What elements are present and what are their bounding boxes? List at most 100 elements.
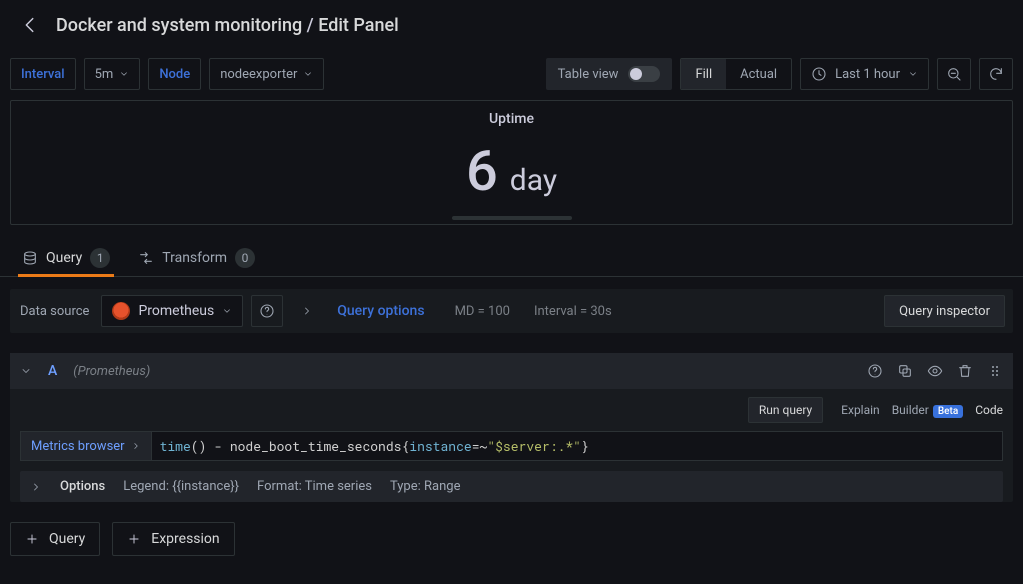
metrics-browser-label: Metrics browser — [31, 439, 125, 454]
options-expand-toggle[interactable] — [30, 481, 42, 493]
plus-icon — [127, 532, 141, 546]
tab-query-count: 1 — [90, 248, 110, 268]
switch-icon[interactable] — [628, 66, 660, 82]
options-legend: Legend: {{instance}} — [123, 479, 239, 494]
chevron-down-icon — [20, 365, 32, 377]
help-icon — [867, 363, 883, 379]
interval-label: Interval — [10, 58, 76, 90]
query-editor: A (Prometheus) Run query Explain Builder… — [10, 353, 1013, 502]
prometheus-logo-icon — [112, 302, 130, 320]
segment-fill[interactable]: Fill — [681, 59, 726, 89]
mode-code[interactable]: Code — [975, 403, 1003, 417]
code-token: instance — [409, 437, 471, 455]
grip-icon — [987, 363, 1003, 379]
tab-query-label: Query — [46, 250, 82, 266]
query-header[interactable]: A (Prometheus) — [10, 353, 1013, 389]
database-icon — [22, 250, 38, 266]
tab-transform-label: Transform — [162, 250, 227, 266]
query-options-row[interactable]: Options Legend: {{instance}} Format: Tim… — [20, 471, 1003, 502]
eye-icon — [927, 363, 943, 379]
breadcrumb-sep: / — [302, 15, 318, 36]
node-label: Node — [148, 58, 201, 90]
query-inspector-button[interactable]: Query inspector — [884, 295, 1005, 327]
interval-selector[interactable]: 5m — [84, 58, 141, 90]
chevron-down-icon — [908, 69, 918, 79]
code-token: { — [401, 437, 409, 455]
table-view-toggle[interactable]: Table view — [546, 58, 673, 90]
duplicate-query-button[interactable] — [897, 363, 913, 379]
trash-icon — [957, 363, 973, 379]
clock-icon — [811, 66, 827, 82]
table-view-label: Table view — [558, 67, 619, 82]
panel-preview: Uptime 6 day — [10, 100, 1013, 225]
resize-handle[interactable] — [452, 216, 572, 220]
plus-icon — [25, 532, 39, 546]
code-token: ) — [199, 437, 207, 455]
refresh-button[interactable] — [979, 58, 1013, 90]
breadcrumb-dashboard[interactable]: Docker and system monitoring — [56, 15, 302, 36]
run-query-button[interactable]: Run query — [748, 397, 823, 423]
delete-query-button[interactable] — [957, 363, 973, 379]
code-token: node_boot_time_seconds — [230, 437, 402, 455]
tab-query[interactable]: Query 1 — [20, 239, 112, 276]
add-query-label: Query — [49, 531, 85, 547]
code-token: - — [206, 437, 229, 455]
datasource-name: Prometheus — [138, 303, 214, 319]
query-options-link[interactable]: Query options — [331, 303, 430, 319]
stat-unit: day — [510, 163, 557, 198]
options-format: Format: Time series — [257, 479, 372, 494]
add-query-button[interactable]: Query — [10, 522, 100, 556]
drag-query-handle[interactable] — [987, 363, 1003, 379]
zoom-out-icon — [946, 66, 962, 82]
zoom-out-button[interactable] — [937, 58, 971, 90]
panel-title: Uptime — [489, 111, 534, 127]
query-ref-id[interactable]: A — [40, 363, 65, 379]
code-token: ( — [191, 437, 199, 455]
interval-value: 5m — [95, 67, 114, 82]
chevron-down-icon — [222, 306, 232, 316]
tab-transform-count: 0 — [235, 248, 255, 268]
breadcrumb-page: Edit Panel — [318, 15, 399, 36]
mode-builder-label: Builder — [892, 403, 929, 417]
refresh-icon — [988, 66, 1004, 82]
options-label: Options — [60, 479, 105, 494]
query-datasource-hint: (Prometheus) — [65, 364, 150, 379]
chevron-right-icon — [131, 441, 141, 451]
datasource-label: Data source — [18, 304, 93, 319]
query-expression-input[interactable]: time() - node_boot_time_seconds{instance… — [151, 431, 1003, 461]
datasource-picker[interactable]: Prometheus — [101, 295, 243, 327]
add-expression-button[interactable]: Expression — [112, 522, 234, 556]
node-selector[interactable]: nodeexporter — [209, 58, 324, 90]
chevron-right-icon — [30, 481, 42, 493]
query-help-icon[interactable] — [867, 363, 883, 379]
query-options-interval: Interval = 30s — [518, 304, 612, 319]
datasource-help-button[interactable] — [251, 295, 283, 327]
chevron-right-icon — [301, 305, 313, 317]
code-token: "$server:.*" — [487, 437, 581, 455]
datasource-row: Data source Prometheus Query options MD … — [10, 289, 1013, 333]
options-type: Type: Range — [390, 479, 460, 494]
mode-explain[interactable]: Explain — [841, 403, 880, 417]
query-collapse-toggle[interactable] — [20, 365, 40, 377]
time-range-picker[interactable]: Last 1 hour — [800, 58, 929, 90]
stat-value: 6 day — [466, 143, 557, 199]
segment-actual[interactable]: Actual — [726, 59, 791, 89]
editor-mode-group: Explain BuilderBeta Code — [841, 403, 1003, 417]
query-options-expand[interactable] — [291, 295, 323, 327]
stat-number: 6 — [466, 143, 498, 199]
tab-transform[interactable]: Transform 0 — [136, 239, 257, 276]
back-arrow-icon[interactable] — [16, 11, 44, 39]
code-token: } — [581, 437, 589, 455]
toggle-query-visibility[interactable] — [927, 363, 943, 379]
add-expression-label: Expression — [151, 531, 219, 547]
help-icon — [259, 303, 275, 319]
mode-builder[interactable]: BuilderBeta — [892, 403, 964, 417]
copy-icon — [897, 363, 913, 379]
node-value: nodeexporter — [220, 67, 297, 82]
chevron-down-icon — [119, 69, 129, 79]
fill-actual-segment[interactable]: Fill Actual — [680, 58, 792, 90]
transform-icon — [138, 250, 154, 266]
breadcrumb: Docker and system monitoring / Edit Pane… — [56, 15, 399, 36]
code-token: time — [160, 437, 191, 455]
metrics-browser-button[interactable]: Metrics browser — [20, 431, 151, 461]
